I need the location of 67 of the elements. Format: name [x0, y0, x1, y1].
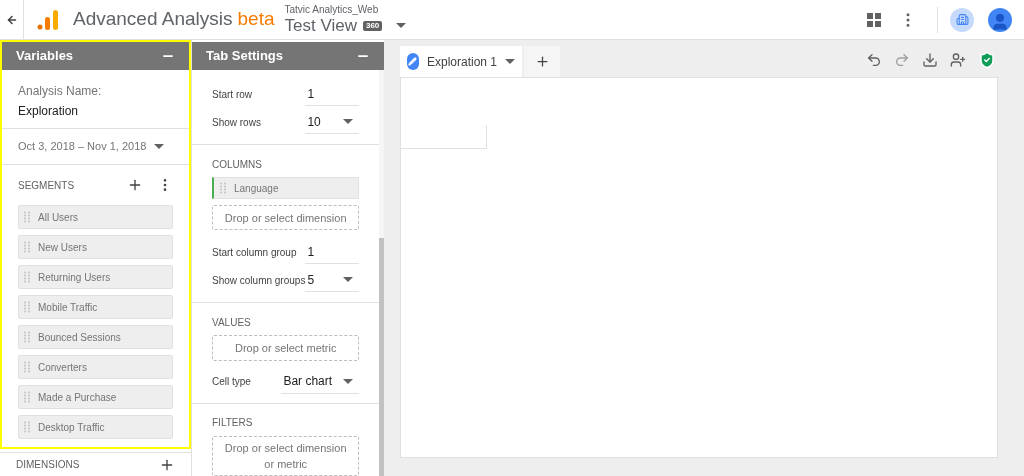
edit-icon: [407, 53, 419, 70]
add-icon[interactable]: [127, 177, 143, 193]
field-label: Show column groups: [212, 273, 306, 288]
select-field[interactable]: Bar chart: [281, 369, 360, 394]
account-name: Tatvic Analytics_Web: [284, 5, 380, 15]
beta-label: beta: [237, 7, 275, 32]
dropdown-caret-icon: [343, 277, 354, 283]
shield-check-icon: [978, 51, 996, 69]
input-field[interactable]: 1: [305, 240, 360, 265]
dropdown-caret-icon: [343, 119, 354, 124]
drag-handle-icon: [24, 331, 30, 343]
drop-zone[interactable]: Drop or select metric: [212, 335, 360, 361]
field-label: Start row: [212, 87, 253, 102]
segment-chip[interactable]: Made a Purchase: [18, 385, 173, 409]
input-field[interactable]: 1: [305, 82, 360, 106]
select-field[interactable]: 10: [305, 110, 360, 134]
plus-icon: [534, 54, 550, 69]
segment-chip[interactable]: New Users: [18, 235, 173, 259]
share-icon[interactable]: [950, 52, 966, 68]
field-label: Cell type: [212, 375, 252, 389]
dimension-chip[interactable]: Language: [212, 177, 360, 199]
view-badge: 360: [362, 20, 383, 31]
drag-handle-icon: [24, 271, 30, 283]
drag-handle-icon: [24, 301, 30, 313]
field-label: Analysis Name:: [18, 83, 103, 100]
building-icon: [955, 13, 969, 26]
avatar[interactable]: [988, 7, 1012, 32]
apps-icon[interactable]: [867, 12, 881, 27]
panel-title: Tab Settings: [206, 47, 284, 66]
section-title: FILTERS: [211, 416, 254, 430]
field-label: Start column group: [212, 245, 298, 260]
tab[interactable]: Exploration 1: [400, 46, 522, 77]
section-title: VALUES: [211, 315, 252, 330]
scrollbar-thumb[interactable]: [379, 238, 384, 476]
dropdown-caret-icon: [343, 378, 354, 384]
drop-zone[interactable]: Drop or select dimension or metric: [212, 435, 360, 476]
drag-handle-icon: [24, 391, 30, 403]
bar-chart-logo-icon: [37, 8, 59, 31]
view-caret-icon: [396, 23, 407, 28]
field-label: Show rows: [212, 115, 262, 130]
section-title: SEGMENTS: [18, 178, 76, 193]
drag-handle-icon: [24, 421, 30, 433]
back-icon[interactable]: [5, 13, 18, 26]
segment-chip[interactable]: All Users: [18, 205, 173, 229]
section-title: DIMENSIONS: [16, 458, 81, 472]
view-name[interactable]: Test View: [284, 17, 357, 34]
property-button[interactable]: [950, 7, 974, 32]
undo-icon[interactable]: [866, 52, 882, 68]
segment-chip[interactable]: Bounced Sessions: [18, 325, 173, 349]
drop-zone[interactable]: Drop or select dimension: [212, 205, 360, 231]
select-field[interactable]: 5: [305, 268, 360, 293]
drag-handle-icon: [24, 211, 30, 223]
date-range-select[interactable]: Oct 3, 2018 – Nov 1, 2018: [2, 129, 189, 165]
segment-chip[interactable]: Desktop Traffic: [18, 415, 173, 439]
dropdown-caret-icon: [154, 144, 165, 149]
dropdown-caret-icon: [505, 59, 515, 64]
drag-handle-icon: [220, 182, 226, 194]
segment-chip[interactable]: Converters: [18, 355, 173, 379]
download-icon[interactable]: [922, 52, 938, 68]
panel-title: Variables: [16, 47, 74, 66]
analysis-name[interactable]: Exploration: [18, 102, 173, 120]
app-title: Advanced Analysis: [73, 7, 233, 32]
segment-chip[interactable]: Mobile Traffic: [18, 295, 173, 319]
section-title: COLUMNS: [211, 157, 263, 172]
segment-chip[interactable]: Returning Users: [18, 265, 173, 289]
drag-handle-icon: [24, 361, 30, 373]
drag-handle-icon: [24, 241, 30, 253]
